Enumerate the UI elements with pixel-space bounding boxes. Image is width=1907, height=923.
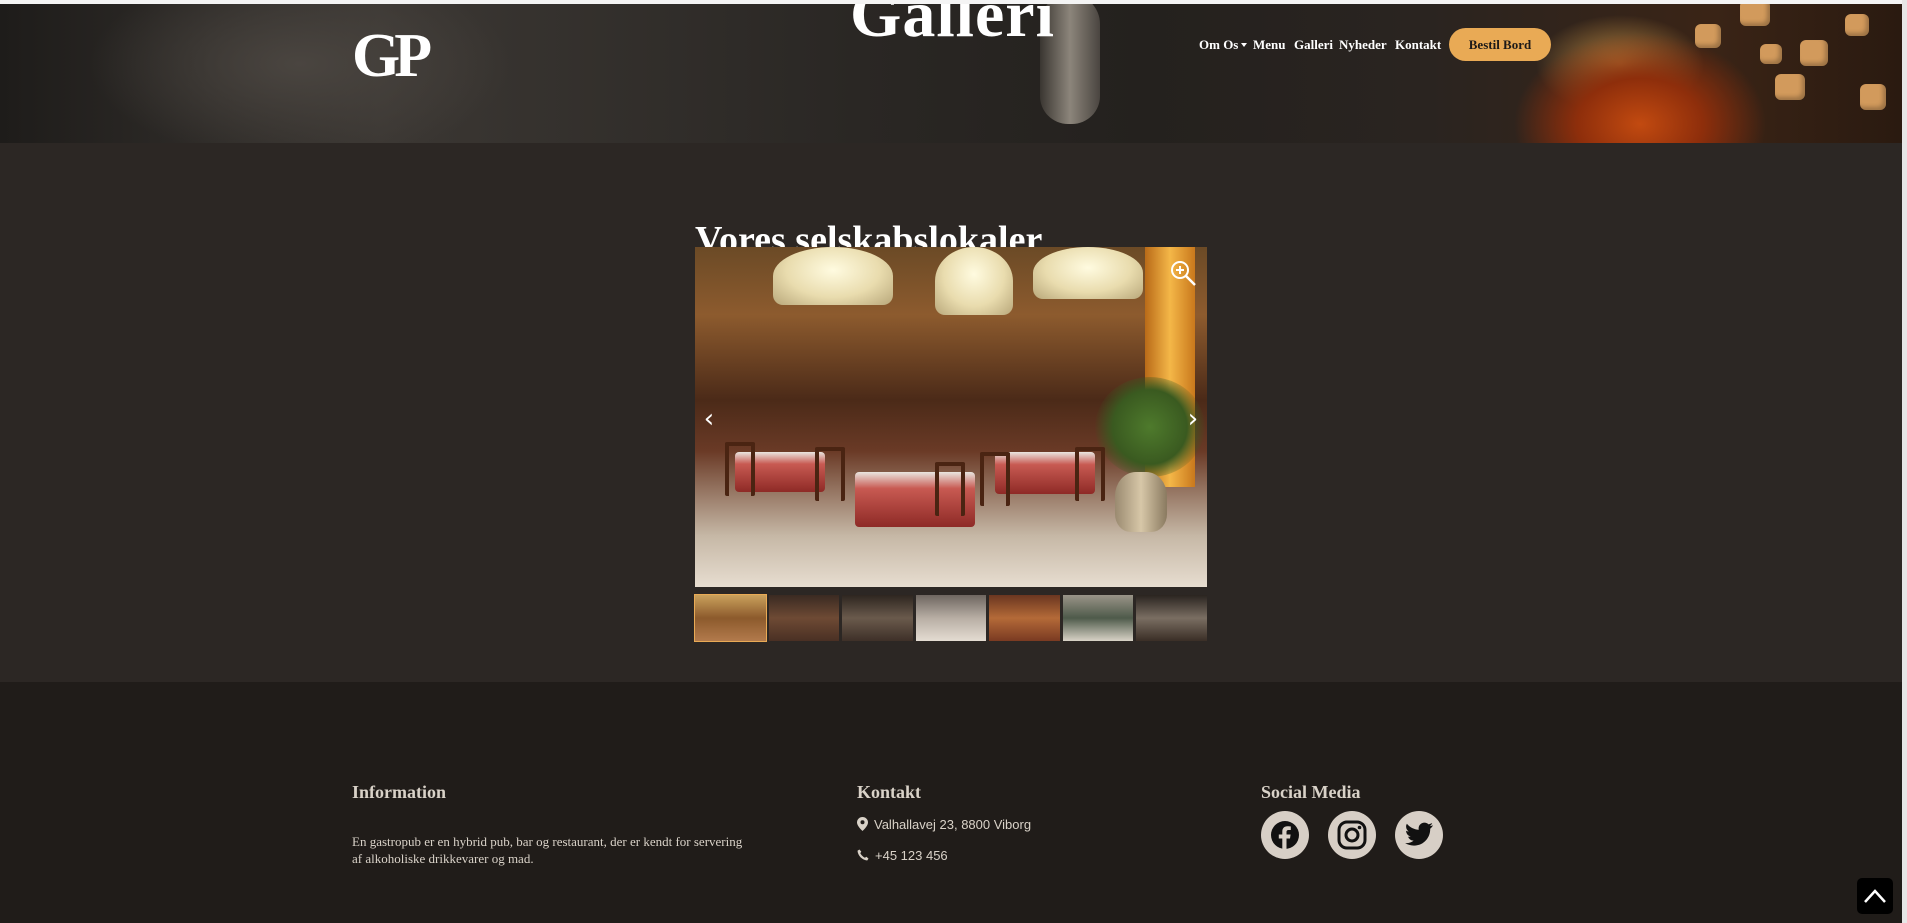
nav-item-kontakt[interactable]: Kontakt	[1395, 36, 1441, 54]
gallery-thumbnail[interactable]	[694, 594, 767, 642]
chair	[1075, 447, 1105, 501]
map-pin-icon	[857, 817, 868, 831]
nav-item-om-os[interactable]: Om Os	[1199, 36, 1248, 54]
nav-item-label: Menu	[1253, 37, 1286, 52]
chair	[935, 462, 965, 516]
magnifier-plus-icon[interactable]	[1169, 259, 1197, 287]
gallery-thumbnail[interactable]	[989, 595, 1060, 641]
chevron-right-icon[interactable]: ›	[1183, 406, 1203, 432]
nav-item-label: Om Os	[1199, 37, 1239, 52]
nav-item-menu[interactable]: Menu	[1253, 36, 1286, 54]
gallery-thumbnail[interactable]	[768, 595, 840, 641]
gallery-thumbnail[interactable]	[842, 595, 913, 641]
gallery-main-image[interactable]: ‹ ›	[695, 247, 1207, 587]
contact-address: Valhallavej 23, 8800 Viborg	[857, 815, 1031, 833]
sugar-cube	[1775, 74, 1805, 100]
lamp-shade	[935, 247, 1013, 315]
lamp-shade	[773, 247, 893, 305]
chevron-left-icon[interactable]: ‹	[699, 406, 719, 432]
instagram-icon[interactable]	[1328, 811, 1376, 859]
sugar-cube	[1695, 24, 1721, 48]
footer-information-text: En gastropub er en hybrid pub, bar og re…	[352, 834, 743, 866]
gallery-thumbnail[interactable]	[1136, 595, 1208, 641]
back-to-top-button[interactable]	[1857, 878, 1893, 914]
sugar-cube	[1800, 40, 1828, 66]
contact-phone-text: +45 123 456	[875, 847, 948, 863]
site-footer	[0, 682, 1907, 923]
contact-phone: +45 123 456	[857, 846, 948, 864]
vase	[1115, 472, 1167, 532]
gallery-thumbnail[interactable]	[1062, 595, 1134, 641]
sugar-cube	[1760, 44, 1782, 64]
site-logo[interactable]: GP	[352, 25, 432, 87]
sugar-cube	[1860, 84, 1886, 110]
chair	[815, 447, 845, 501]
footer-social-heading: Social Media	[1261, 782, 1361, 802]
footer-information-heading: Information	[352, 782, 446, 802]
phone-icon	[857, 849, 869, 861]
nav-item-label: Nyheder	[1339, 37, 1387, 52]
nav-item-nyheder[interactable]: Nyheder	[1339, 36, 1387, 54]
chair	[725, 442, 755, 496]
footer-contact-heading: Kontakt	[857, 782, 922, 802]
gallery-thumbnails	[694, 594, 1208, 642]
chevron-up-icon	[1864, 889, 1886, 903]
nav-item-galleri[interactable]: Galleri	[1294, 36, 1333, 54]
nav-item-label: Galleri	[1294, 37, 1333, 52]
window-edge	[1902, 0, 1907, 923]
chair	[980, 452, 1010, 506]
hero-banner: Galleri	[0, 4, 1902, 143]
contact-address-text: Valhallavej 23, 8800 Viborg	[874, 816, 1032, 832]
sugar-cube	[1740, 4, 1770, 26]
page-title: Galleri	[850, 4, 1055, 51]
chevron-down-icon	[1241, 43, 1248, 47]
facebook-icon[interactable]	[1261, 811, 1309, 859]
twitter-icon[interactable]	[1395, 811, 1443, 859]
gallery-thumbnail[interactable]	[915, 595, 987, 641]
sugar-cube	[1845, 14, 1869, 36]
lamp-shade	[1033, 247, 1143, 299]
nav-item-label: Kontakt	[1395, 37, 1442, 52]
book-table-button[interactable]: Bestil Bord	[1449, 28, 1551, 61]
